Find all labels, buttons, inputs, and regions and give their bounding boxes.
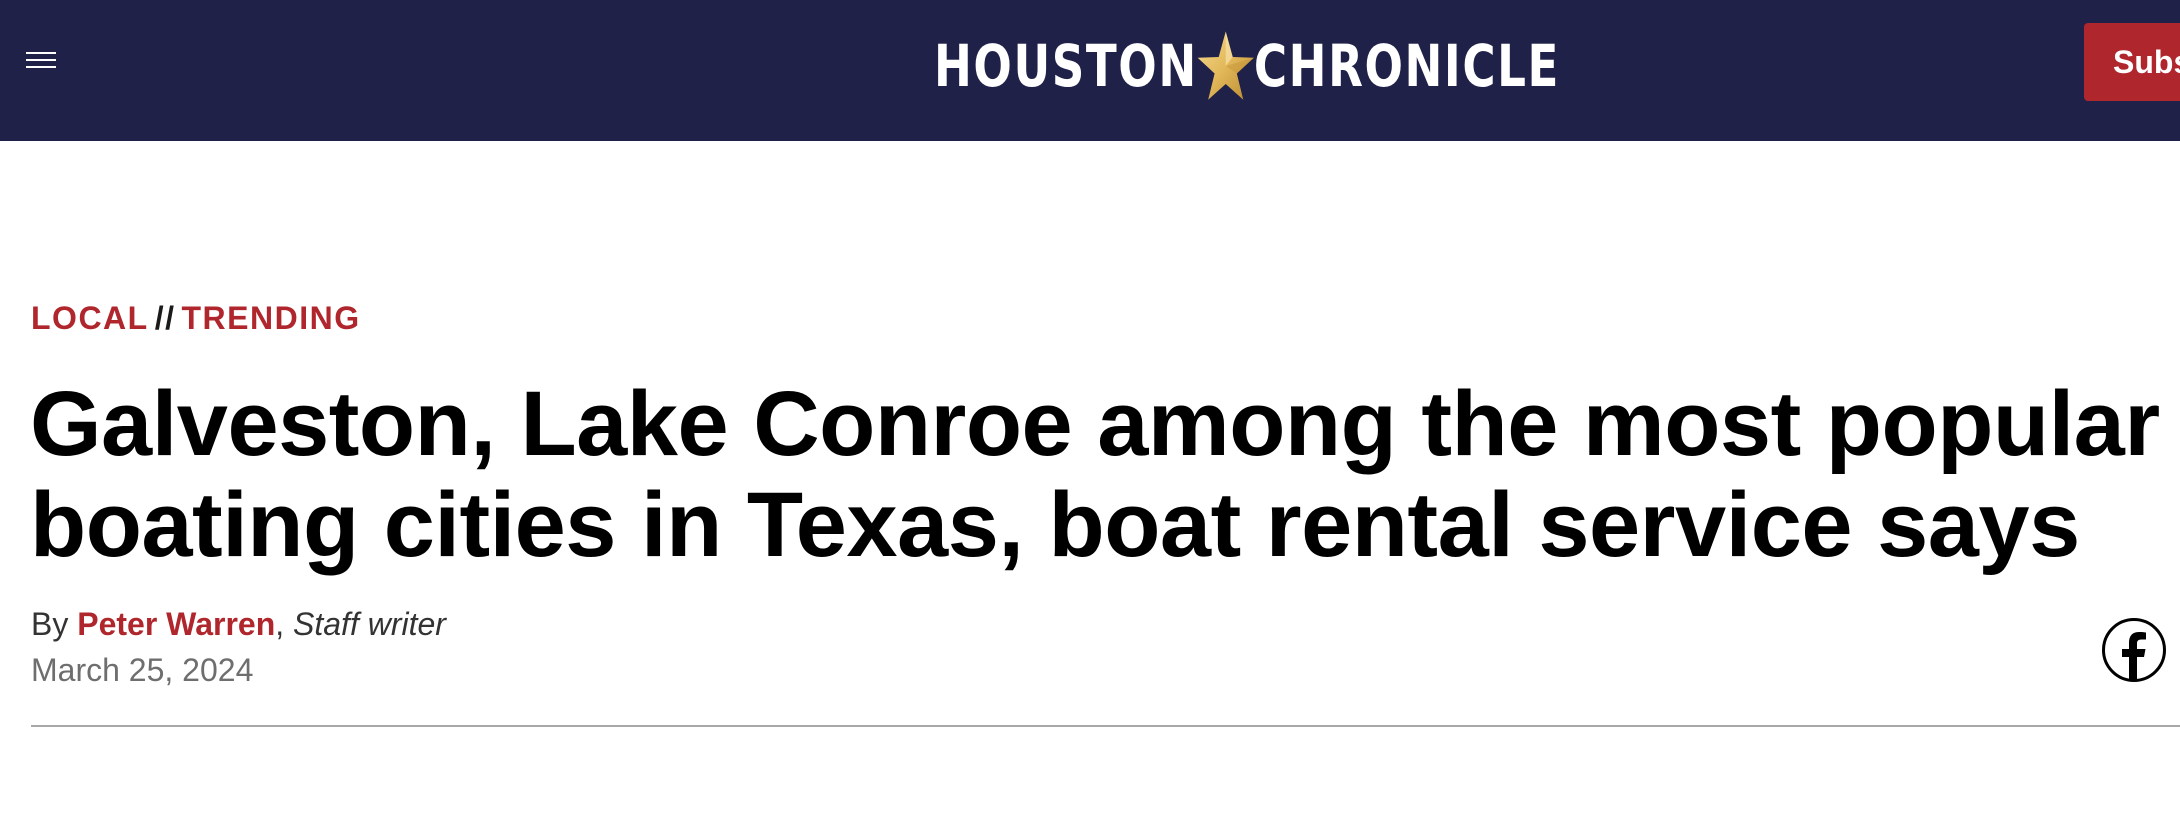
byline: By Peter Warren, Staff writer [31,606,446,643]
section-breadcrumb: LOCAL//TRENDING [31,300,361,337]
publish-date: March 25, 2024 [31,652,254,688]
author-link[interactable]: Peter Warren [77,606,275,642]
subscribe-button[interactable]: Subscribe [2084,23,2180,101]
facebook-share-button[interactable] [2102,618,2166,682]
site-logo[interactable]: HOUSTON CHRONICLE [934,26,1560,106]
author-separator: , [275,606,285,642]
headline-line-1: Galveston, Lake Conroe among the most po… [30,373,2160,475]
facebook-icon [2122,632,2146,679]
star-icon [1197,31,1254,100]
byline-prefix: By [31,606,69,642]
category-separator: // [154,300,176,336]
hamburger-menu-icon[interactable] [26,50,58,74]
author-role: Staff writer [293,606,446,642]
site-header: HOUSTON CHRONICLE Subscribe [0,0,2180,141]
headline-line-2: boating cities in Texas, boat rental ser… [30,474,2080,576]
article-header-divider [31,725,2180,727]
logo-text-chronicle: CHRONICLE [1253,32,1560,100]
article-headline: Galveston, Lake Conroe among the most po… [30,374,2170,576]
category-local-link[interactable]: LOCAL [31,300,149,336]
logo-text-houston: HOUSTON [934,32,1198,100]
category-trending-link[interactable]: TRENDING [181,300,360,336]
